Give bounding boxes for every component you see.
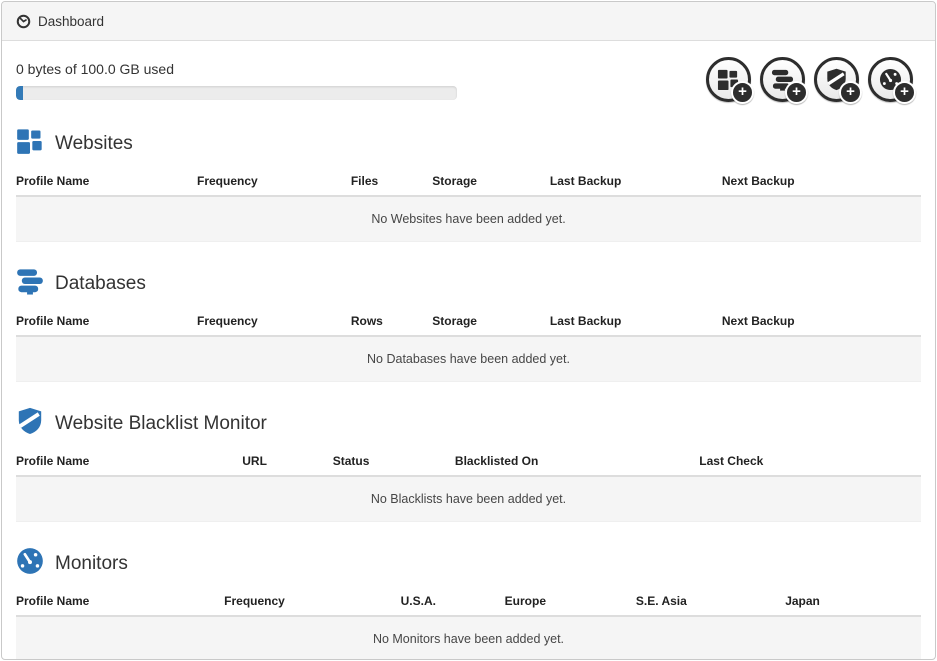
page-header: Dashboard [2, 2, 935, 41]
column-header: Profile Name [16, 449, 242, 476]
dashboard-page: Dashboard 0 bytes of 100.0 GB used + [1, 1, 936, 660]
column-header: Last Check [699, 449, 921, 476]
plus-icon: + [785, 81, 808, 104]
add-blacklist-monitor-button[interactable]: + [814, 57, 859, 102]
section-blacklist-monitor: Website Blacklist Monitor Profile Name U… [16, 407, 921, 522]
column-header: Japan [785, 589, 921, 616]
column-header: Frequency [197, 309, 351, 336]
empty-state-message: No Databases have been added yet. [16, 336, 921, 382]
column-header: Files [351, 169, 432, 196]
monitors-table-header-row: Profile Name Frequency U.S.A. Europe S.E… [16, 589, 921, 616]
column-header: Frequency [197, 169, 351, 196]
plus-icon: + [893, 81, 916, 104]
websites-icon [16, 127, 44, 160]
empty-state-message: No Blacklists have been added yet. [16, 476, 921, 522]
column-header: Storage [432, 169, 550, 196]
column-header: Next Backup [722, 169, 921, 196]
gauge-clock-icon [16, 14, 31, 29]
section-monitors: Monitors Profile Name Frequency U.S.A. E… [16, 547, 921, 660]
usage-and-actions-row: 0 bytes of 100.0 GB used + + [16, 47, 921, 102]
add-monitor-button[interactable]: + [868, 57, 913, 102]
section-websites: Websites Profile Name Frequency Files St… [16, 127, 921, 242]
section-websites-header: Websites [16, 127, 921, 160]
quick-add-toolbar: + + + + [706, 47, 921, 102]
section-title: Website Blacklist Monitor [55, 413, 267, 435]
column-header: Profile Name [16, 169, 197, 196]
column-header: Next Backup [722, 309, 921, 336]
section-title: Databases [55, 273, 146, 295]
shield-icon [16, 407, 44, 440]
add-database-button[interactable]: + [760, 57, 805, 102]
empty-state-message: No Websites have been added yet. [16, 196, 921, 242]
column-header: URL [242, 449, 333, 476]
empty-state-message: No Monitors have been added yet. [16, 616, 921, 660]
column-header: S.E. Asia [636, 589, 785, 616]
databases-icon [16, 267, 44, 300]
websites-table-header-row: Profile Name Frequency Files Storage Las… [16, 169, 921, 196]
empty-state-row: No Blacklists have been added yet. [16, 476, 921, 522]
section-title: Monitors [55, 553, 128, 575]
section-blacklist-header: Website Blacklist Monitor [16, 407, 921, 440]
column-header: Profile Name [16, 309, 197, 336]
column-header: Profile Name [16, 589, 224, 616]
monitors-table: Profile Name Frequency U.S.A. Europe S.E… [16, 589, 921, 660]
column-header: Status [333, 449, 455, 476]
column-header: Last Backup [550, 169, 722, 196]
section-monitors-header: Monitors [16, 547, 921, 580]
column-header: Last Backup [550, 309, 722, 336]
storage-usage-label: 0 bytes of 100.0 GB used [16, 61, 457, 77]
blacklist-table-header-row: Profile Name URL Status Blacklisted On L… [16, 449, 921, 476]
plus-icon: + [731, 81, 754, 104]
storage-progress-fill [16, 86, 23, 100]
blacklist-table: Profile Name URL Status Blacklisted On L… [16, 449, 921, 522]
databases-table: Profile Name Frequency Rows Storage Last… [16, 309, 921, 382]
add-website-button[interactable]: + [706, 57, 751, 102]
page-title: Dashboard [38, 14, 104, 29]
plus-icon: + [839, 81, 862, 104]
section-databases: Databases Profile Name Frequency Rows St… [16, 267, 921, 382]
section-databases-header: Databases [16, 267, 921, 300]
storage-usage: 0 bytes of 100.0 GB used [16, 47, 457, 100]
empty-state-row: No Databases have been added yet. [16, 336, 921, 382]
gauge-icon [16, 547, 44, 580]
storage-progress-bar [16, 86, 457, 100]
column-header: Rows [351, 309, 432, 336]
column-header: Storage [432, 309, 550, 336]
column-header: Frequency [224, 589, 400, 616]
empty-state-row: No Monitors have been added yet. [16, 616, 921, 660]
websites-table: Profile Name Frequency Files Storage Las… [16, 169, 921, 242]
column-header: Blacklisted On [455, 449, 699, 476]
column-header: U.S.A. [401, 589, 505, 616]
column-header: Europe [505, 589, 636, 616]
databases-table-header-row: Profile Name Frequency Rows Storage Last… [16, 309, 921, 336]
section-title: Websites [55, 133, 133, 155]
empty-state-row: No Websites have been added yet. [16, 196, 921, 242]
